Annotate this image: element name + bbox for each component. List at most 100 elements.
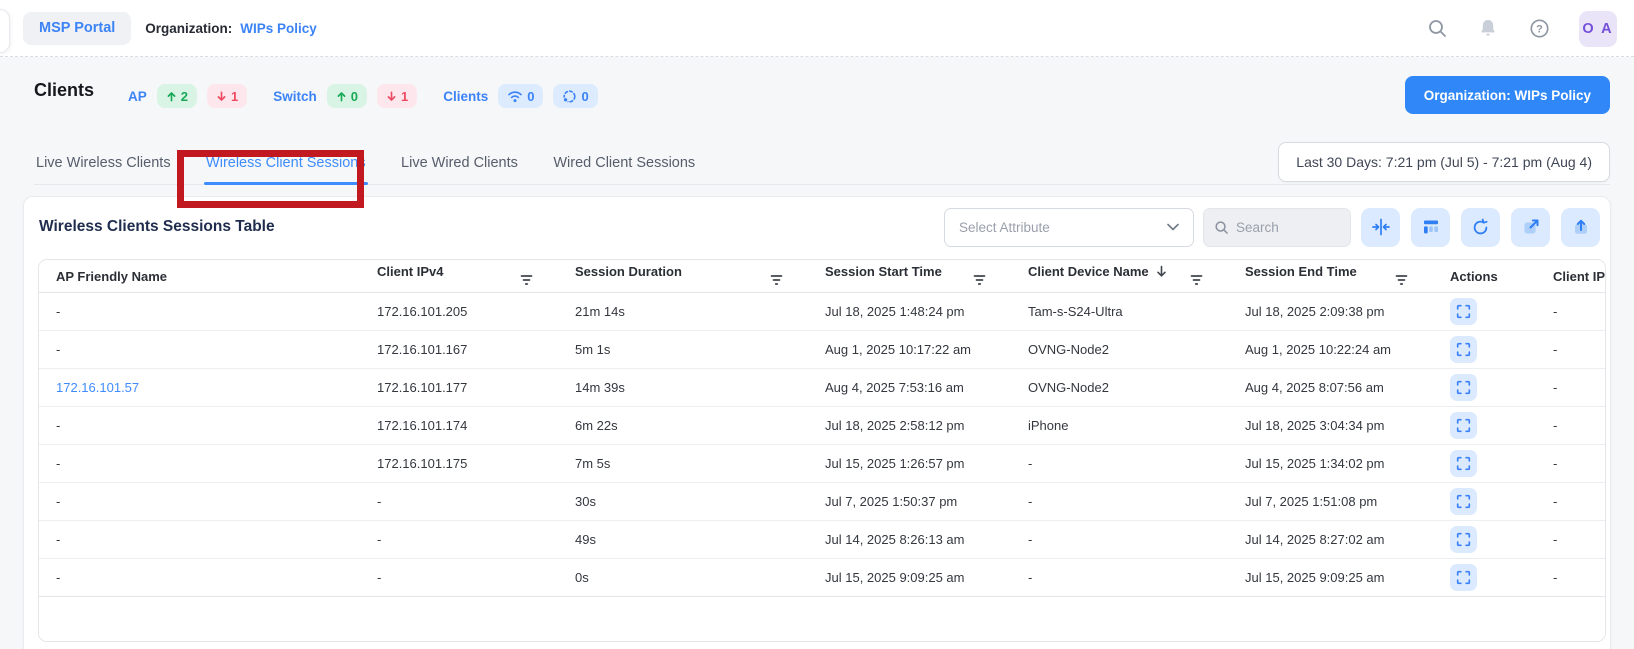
cell-session-duration: 30s <box>558 483 808 521</box>
cell-client-ip: - <box>1536 483 1606 521</box>
msp-portal-button[interactable]: MSP Portal <box>23 12 131 45</box>
cell-client-ipv4: 172.16.101.205 <box>360 293 558 331</box>
cell-session-duration: 7m 5s <box>558 445 808 483</box>
cell-session-end-time: Jul 14, 2025 8:27:02 am <box>1228 521 1433 559</box>
col-label: Client IP <box>1553 269 1605 284</box>
organization-link[interactable]: WIPs Policy <box>240 21 317 36</box>
refresh-button[interactable] <box>1461 208 1500 247</box>
cell-ap-friendly-name[interactable]: 172.16.101.57 <box>39 369 360 407</box>
mesh-clients-badge[interactable]: 0 <box>553 84 597 108</box>
cell-ap-friendly-name: - <box>39 521 360 559</box>
fullscreen-icon <box>1456 304 1471 319</box>
cell-client-ipv4: 172.16.101.174 <box>360 407 558 445</box>
cell-client-ipv4: - <box>360 559 558 597</box>
expand-row-button[interactable] <box>1450 450 1477 477</box>
organization-label: Organization: <box>145 21 232 36</box>
col-session-duration: Session Duration <box>558 260 808 293</box>
cell-client-ip: - <box>1536 369 1606 407</box>
filter-icon[interactable] <box>770 274 783 289</box>
columns-icon <box>1422 218 1440 236</box>
cell-session-start-time: Aug 4, 2025 7:53:16 am <box>808 369 1011 407</box>
sessions-card: Wireless Clients Sessions Table Select A… <box>23 196 1611 649</box>
filter-icon[interactable] <box>1395 274 1408 289</box>
wireless-clients-badge[interactable]: 0 <box>498 84 543 108</box>
cell-session-start-time: Jul 18, 2025 2:58:12 pm <box>808 407 1011 445</box>
cell-client-ip: - <box>1536 521 1606 559</box>
tab-wireless-client-sessions[interactable]: Wireless Client Sessions <box>204 137 368 184</box>
cell-client-device-name: OVNG-Node2 <box>1011 331 1228 369</box>
filter-icon[interactable] <box>1190 274 1203 289</box>
table-body: - 172.16.101.205 21m 14s Jul 18, 2025 1:… <box>39 293 1606 597</box>
ap-down-badge[interactable]: 1 <box>207 84 247 108</box>
export-button[interactable] <box>1561 208 1600 247</box>
date-range-text: Last 30 Days: 7:21 pm (Jul 5) - 7:21 pm … <box>1296 154 1592 170</box>
ap-summary-label: AP <box>128 89 147 104</box>
columns-button[interactable] <box>1411 208 1450 247</box>
col-actions: Actions <box>1433 260 1536 293</box>
attribute-select[interactable]: Select Attribute <box>944 208 1194 247</box>
cell-session-end-time: Jul 18, 2025 2:09:38 pm <box>1228 293 1433 331</box>
expand-row-button[interactable] <box>1450 412 1477 439</box>
switch-up-badge[interactable]: 0 <box>327 84 367 108</box>
col-label: Client IPv4 <box>377 264 443 279</box>
sort-desc-icon[interactable] <box>1156 265 1167 281</box>
cell-session-duration: 0s <box>558 559 808 597</box>
empty-row <box>39 597 1606 641</box>
fullscreen-icon <box>1456 418 1471 433</box>
ap-up-badge[interactable]: 2 <box>157 84 197 108</box>
cell-session-end-time: Jul 18, 2025 3:04:34 pm <box>1228 407 1433 445</box>
avatar[interactable]: O A <box>1579 11 1617 47</box>
ap-down-count: 1 <box>231 89 238 104</box>
col-label: Actions <box>1450 269 1498 284</box>
table-search <box>1203 208 1351 247</box>
open-external-button[interactable] <box>1511 208 1550 247</box>
cell-client-ip: - <box>1536 559 1606 597</box>
table-row: - - 30s Jul 7, 2025 1:50:37 pm - Jul 7, … <box>39 483 1606 521</box>
search-icon[interactable] <box>1426 18 1448 40</box>
expand-row-button[interactable] <box>1450 526 1477 553</box>
table-row: 172.16.101.57 172.16.101.177 14m 39s Aug… <box>39 369 1606 407</box>
cell-client-device-name: iPhone <box>1011 407 1228 445</box>
date-range-picker[interactable]: Last 30 Days: 7:21 pm (Jul 5) - 7:21 pm … <box>1278 142 1610 182</box>
fit-columns-button[interactable] <box>1361 208 1400 247</box>
filter-icon[interactable] <box>520 274 533 289</box>
expand-row-button[interactable] <box>1450 298 1477 325</box>
table-row: - 172.16.101.205 21m 14s Jul 18, 2025 1:… <box>39 293 1606 331</box>
table-row: - - 49s Jul 14, 2025 8:26:13 am - Jul 14… <box>39 521 1606 559</box>
fullscreen-icon <box>1456 494 1471 509</box>
tab-live-wired-clients[interactable]: Live Wired Clients <box>399 137 520 184</box>
cell-actions <box>1433 483 1536 521</box>
navbar-actions: ? O A <box>1426 0 1617 57</box>
switch-down-badge[interactable]: 1 <box>377 84 417 108</box>
cell-client-device-name: Tam-s-S24-Ultra <box>1011 293 1228 331</box>
upload-icon <box>1572 218 1590 236</box>
bell-icon[interactable] <box>1477 18 1499 40</box>
cell-client-device-name: - <box>1011 445 1228 483</box>
wifi-icon <box>507 90 523 103</box>
help-icon[interactable]: ? <box>1528 18 1550 40</box>
cell-session-end-time: Jul 15, 2025 1:34:02 pm <box>1228 445 1433 483</box>
switch-down-count: 1 <box>401 89 408 104</box>
sidebar-drawer-handle[interactable] <box>0 9 10 53</box>
table-row: - 172.16.101.175 7m 5s Jul 15, 2025 1:26… <box>39 445 1606 483</box>
filter-icon[interactable] <box>973 274 986 289</box>
col-label: Client Device Name <box>1028 264 1149 279</box>
arrow-up-icon <box>166 91 177 102</box>
table-actions <box>1361 208 1600 247</box>
cell-ap-friendly-name: - <box>39 407 360 445</box>
tab-live-wireless-clients[interactable]: Live Wireless Clients <box>34 137 173 184</box>
expand-row-button[interactable] <box>1450 564 1477 591</box>
cell-client-ip: - <box>1536 445 1606 483</box>
cell-actions <box>1433 293 1536 331</box>
expand-row-button[interactable] <box>1450 488 1477 515</box>
wireless-clients-count: 0 <box>527 89 534 104</box>
cell-ap-friendly-name: - <box>39 293 360 331</box>
cell-session-start-time: Jul 15, 2025 9:09:25 am <box>808 559 1011 597</box>
organization-button[interactable]: Organization: WIPs Policy <box>1405 76 1610 114</box>
col-client-ip: Client IP <box>1536 260 1606 293</box>
search-input[interactable] <box>1236 220 1336 235</box>
cell-client-ipv4: 172.16.101.175 <box>360 445 558 483</box>
tab-wired-client-sessions[interactable]: Wired Client Sessions <box>551 137 697 184</box>
expand-row-button[interactable] <box>1450 336 1477 363</box>
expand-row-button[interactable] <box>1450 374 1477 401</box>
